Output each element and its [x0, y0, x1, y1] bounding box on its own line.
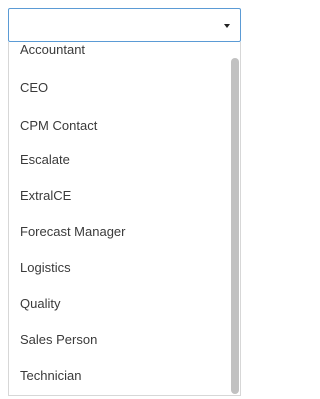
- chevron-down-icon[interactable]: [224, 24, 230, 28]
- option-technician[interactable]: Technician: [20, 366, 81, 386]
- option-extralce[interactable]: ExtralCE: [20, 186, 71, 206]
- option-quality[interactable]: Quality: [20, 294, 60, 314]
- scrollbar-track[interactable]: [230, 42, 240, 395]
- dropdown-root: Accountant CEO CPM Contact Escalate Extr…: [0, 0, 242, 399]
- option-logistics[interactable]: Logistics: [20, 258, 71, 278]
- scrollbar-thumb[interactable]: [231, 58, 239, 394]
- option-accountant[interactable]: Accountant: [20, 42, 85, 60]
- option-forecast-manager[interactable]: Forecast Manager: [20, 222, 126, 242]
- option-ceo[interactable]: CEO: [20, 78, 48, 98]
- option-sales-person[interactable]: Sales Person: [20, 330, 97, 350]
- option-escalate[interactable]: Escalate: [20, 150, 70, 170]
- role-select[interactable]: [8, 8, 241, 42]
- dropdown-menu: Accountant CEO CPM Contact Escalate Extr…: [8, 42, 241, 396]
- option-cpm-contact[interactable]: CPM Contact: [20, 116, 97, 136]
